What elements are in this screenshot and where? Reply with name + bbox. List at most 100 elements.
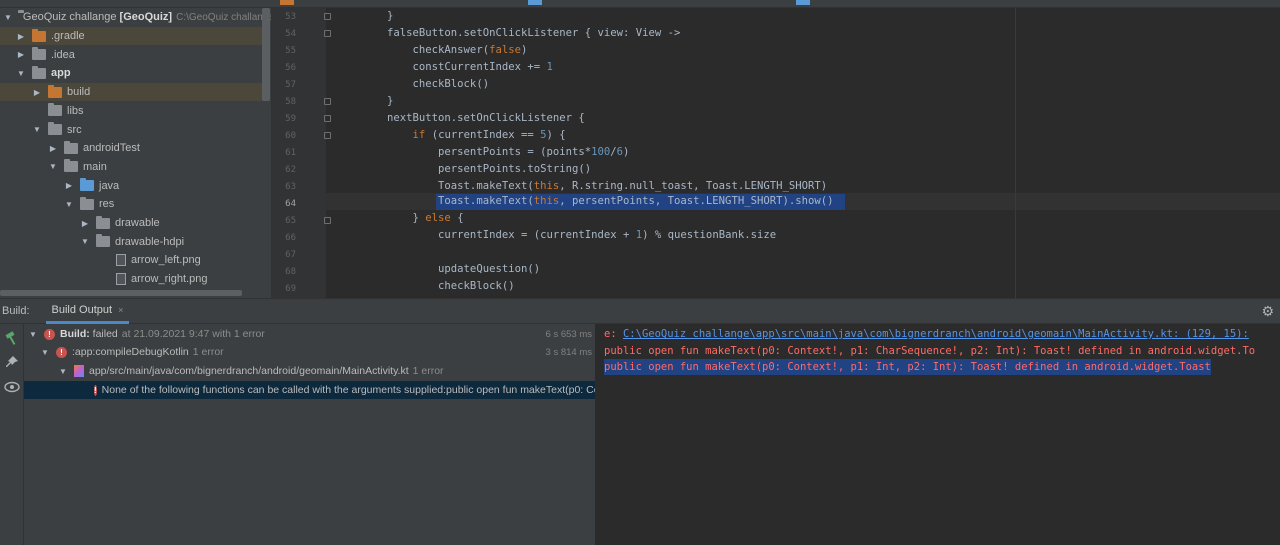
tree-item-arrow-right[interactable]: arrow_right.png: [0, 270, 262, 289]
image-file-icon: [116, 254, 126, 267]
build-row-task[interactable]: ▼ ! :app:compileDebugKotlin 1 error 3 s …: [24, 343, 595, 361]
fold-marker-icon[interactable]: [324, 98, 331, 105]
code-line: updateQuestion(): [336, 263, 541, 275]
code-line-selected: Toast.makeText(this, persentPoints, Toas…: [336, 195, 834, 207]
build-panel-title: Build:: [2, 305, 30, 317]
fold-marker-icon[interactable]: [324, 115, 331, 122]
eye-icon[interactable]: [3, 378, 21, 396]
code-line: }: [336, 10, 394, 22]
tree-item-src[interactable]: ▼ src: [0, 120, 262, 139]
source-folder-icon: [80, 178, 94, 192]
tree-item-root[interactable]: ▼ GeoQuiz challange [GeoQuiz] C:\GeoQuiz…: [0, 8, 271, 27]
gear-icon[interactable]: ⚙: [1261, 304, 1274, 320]
tree-item-main[interactable]: ▼ main: [0, 158, 262, 177]
tab-build-output[interactable]: Build Output ×: [45, 298, 130, 324]
tab-icon[interactable]: [280, 0, 294, 5]
build-tool-strip: [0, 324, 24, 545]
chevron-down-icon[interactable]: ▼: [16, 68, 26, 78]
line-number: 53: [285, 12, 296, 22]
right-margin-guide: [1015, 8, 1016, 298]
line-number: 61: [285, 148, 296, 158]
chevron-right-icon[interactable]: ▶: [16, 31, 26, 41]
code-line: persentPoints.toString(): [336, 163, 592, 175]
line-number: 57: [285, 80, 296, 90]
line-number: 64: [285, 199, 296, 209]
folder-icon: [48, 122, 62, 136]
tree-item-gradle[interactable]: ▶ .gradle: [0, 26, 262, 46]
build-row-root[interactable]: ▼ ! Build: failed at 21.09.2021 9:47 wit…: [24, 325, 595, 343]
line-number: 60: [285, 131, 296, 141]
chevron-down-icon[interactable]: ▼: [4, 12, 12, 22]
build-row-file[interactable]: ▼ app/src/main/java/com/bignerdranch/and…: [24, 362, 595, 380]
close-icon[interactable]: ×: [118, 305, 123, 315]
chevron-down-icon[interactable]: ▼: [48, 162, 58, 172]
image-file-icon: [116, 273, 126, 286]
chevron-right-icon[interactable]: ▶: [80, 218, 90, 228]
code-editor[interactable]: 53 54 55 56 57 58 59 60 61 62 63 64 65 6…: [272, 8, 1280, 298]
tree-item-app[interactable]: ▼ app: [0, 64, 262, 83]
tree-item-drawable-hdpi[interactable]: ▼ drawable-hdpi: [0, 232, 262, 251]
fold-marker-icon[interactable]: [324, 217, 331, 224]
chevron-down-icon[interactable]: ▼: [40, 347, 50, 357]
build-tool-window-header: Build: Build Output × ⚙: [0, 298, 1280, 324]
tab-icon[interactable]: [796, 0, 810, 5]
console-line: e: C:\GeoQuiz challange\app\src\main\jav…: [604, 328, 1249, 340]
chevron-right-icon[interactable]: ▶: [64, 181, 74, 191]
tree-scrollbar[interactable]: [262, 8, 270, 101]
code-line: if (currentIndex == 5) {: [412, 129, 566, 141]
hammer-icon[interactable]: [3, 329, 21, 347]
error-file-link[interactable]: C:\GeoQuiz challange\app\src\main\java\c…: [623, 328, 1249, 340]
build-output-tree: ▼ ! Build: failed at 21.09.2021 9:47 wit…: [24, 324, 596, 545]
tree-item-build[interactable]: ▶ build: [0, 82, 262, 102]
chevron-down-icon[interactable]: ▼: [64, 199, 74, 209]
tree-item-drawable[interactable]: ▶ drawable: [0, 214, 262, 233]
code-line: nextButton.setOnClickListener {: [336, 112, 585, 124]
code-line: currentIndex = (currentIndex + 1) % ques…: [336, 229, 777, 241]
chevron-right-icon[interactable]: ▶: [32, 87, 42, 97]
folder-icon: [96, 215, 110, 229]
tree-item-res[interactable]: ▼ res: [0, 195, 262, 214]
chevron-down-icon[interactable]: ▼: [28, 329, 38, 339]
build-duration: 3 s 814 ms: [545, 346, 592, 358]
pin-icon[interactable]: [3, 353, 21, 371]
line-number: 58: [285, 97, 296, 107]
tree-item-idea[interactable]: ▶ .idea: [0, 45, 262, 64]
fold-marker-icon[interactable]: [324, 30, 331, 37]
line-number: 66: [285, 233, 296, 243]
tree-item-androidtest[interactable]: ▶ androidTest: [0, 139, 262, 158]
line-number: 56: [285, 63, 296, 73]
tree-item-arrow-left[interactable]: arrow_left.png: [0, 251, 262, 270]
chevron-right-icon[interactable]: ▶: [48, 143, 58, 153]
tree-item-java[interactable]: ▶ java: [0, 176, 262, 195]
chevron-down-icon[interactable]: ▼: [80, 237, 90, 247]
build-row-error-message[interactable]: ! None of the following functions can be…: [24, 381, 595, 399]
line-number: 59: [285, 114, 296, 124]
line-number: 62: [285, 165, 296, 175]
code-line: checkAnswer(false): [336, 44, 528, 56]
module-folder-icon: [32, 65, 46, 79]
tab-icon[interactable]: [528, 0, 542, 5]
console-line: public open fun makeText(p0: Context!, p…: [604, 345, 1256, 357]
folder-icon: [32, 47, 46, 61]
code-line: falseButton.setOnClickListener { view: V…: [336, 27, 681, 39]
build-duration: 6 s 653 ms: [545, 328, 592, 340]
chevron-right-icon[interactable]: ▶: [16, 50, 26, 60]
chevron-down-icon[interactable]: ▼: [32, 125, 42, 135]
folder-icon: [64, 159, 78, 173]
tree-horizontal-scrollbar[interactable]: [0, 290, 242, 296]
project-tree: ▼ GeoQuiz challange [GeoQuiz] C:\GeoQuiz…: [0, 8, 272, 298]
fold-marker-icon[interactable]: [324, 13, 331, 20]
error-icon: !: [56, 346, 67, 358]
editor-tab-strip: [0, 0, 1280, 8]
build-console[interactable]: e: C:\GeoQuiz challange\app\src\main\jav…: [596, 324, 1280, 545]
chevron-down-icon[interactable]: ▼: [58, 366, 68, 376]
code-line: constCurrentIndex += 1: [336, 61, 553, 73]
kotlin-file-icon: [74, 365, 84, 377]
line-number: 65: [285, 216, 296, 226]
tree-item-libs[interactable]: libs: [0, 102, 262, 121]
line-number: 63: [285, 182, 296, 192]
folder-icon: [48, 103, 62, 117]
error-icon: !: [94, 384, 97, 396]
line-number: 54: [285, 29, 296, 39]
fold-marker-icon[interactable]: [324, 132, 331, 139]
